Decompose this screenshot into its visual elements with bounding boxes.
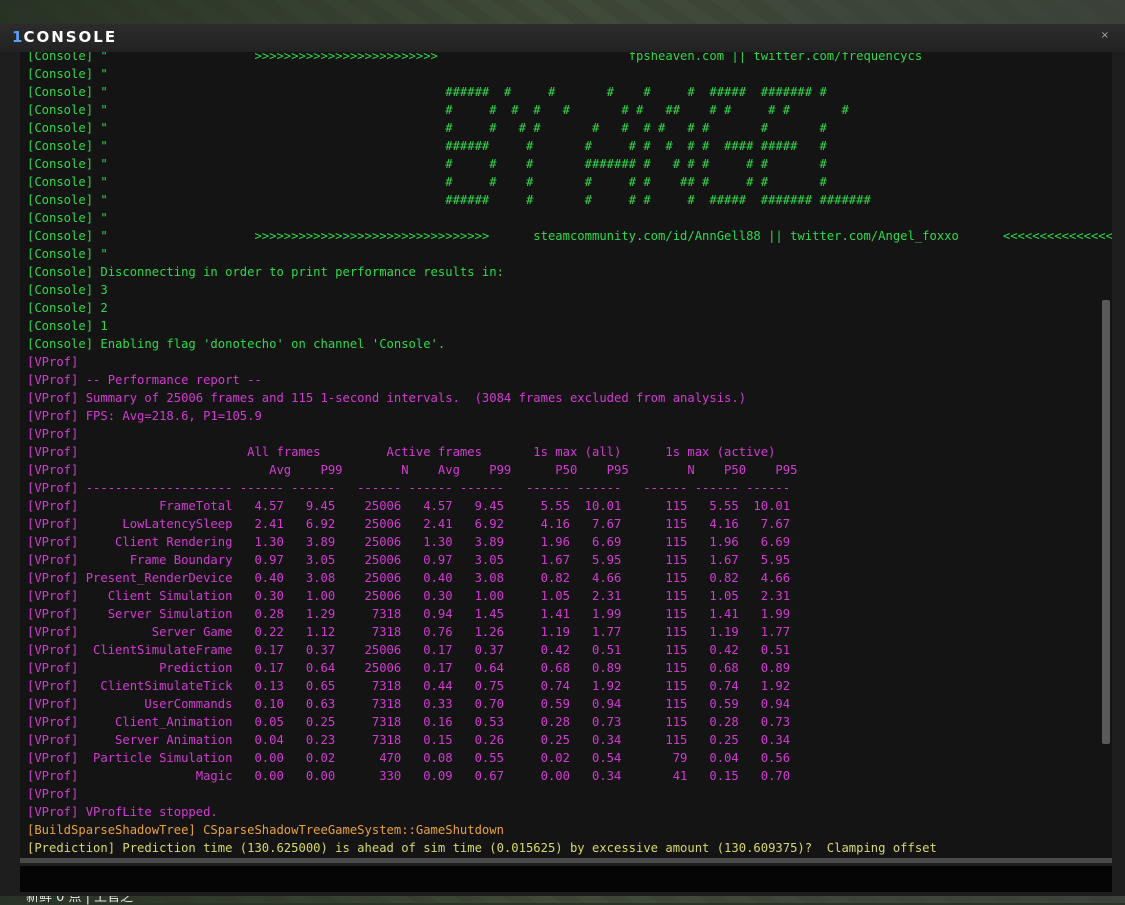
command-input[interactable] <box>20 866 1112 892</box>
logo-digit: 1 <box>12 28 23 46</box>
vertical-scrollbar[interactable] <box>1102 300 1110 744</box>
console-line: [VProf] Client Simulation 0.30 1.00 2500… <box>27 589 791 603</box>
console-line: [Console] " <box>27 211 108 225</box>
console-line: [VProf] ClientSimulateFrame 0.17 0.37 25… <box>27 643 791 657</box>
console-line: [Console] " ###### # # # # # ##### #####… <box>27 85 827 99</box>
console-line: [Prediction] Prediction time (130.625000… <box>27 841 937 855</box>
console-line: [Console] " # # # # # # # ## # # # # # <box>27 103 849 117</box>
console-window: 1CONSOLE × [Console] " >>>>>>>>>>>>>>>>>… <box>0 24 1125 896</box>
console-line: [Console] 3 <box>27 283 108 297</box>
console-line: [Console] 1 <box>27 319 108 333</box>
console-line: [VProf] Client_Animation 0.05 0.25 7318 … <box>27 715 791 729</box>
console-line: [Console] " # # # ####### # # # # # # # <box>27 157 827 171</box>
console-line: [VProf] Particle Simulation 0.00 0.02 47… <box>27 751 791 765</box>
console-line: [Console] " # # # # # # ## # # # # <box>27 175 827 189</box>
console-line: [Console] " >>>>>>>>>>>>>>>>>>>>>>>>> fp… <box>27 52 923 63</box>
console-line: [VProf] LowLatencySleep 2.41 6.92 25006 … <box>27 517 791 531</box>
console-title: 1CONSOLE <box>12 28 117 46</box>
console-line: [Console] " <box>27 67 108 81</box>
console-line: [VProf] FrameTotal 4.57 9.45 25006 4.57 … <box>27 499 791 513</box>
console-line: [VProf] -- Performance report -- <box>27 373 262 387</box>
console-lines: [Console] " >>>>>>>>>>>>>>>>>>>>>>>>> fp… <box>27 52 1112 857</box>
console-line: [VProf] Server Animation 0.04 0.23 7318 … <box>27 733 791 747</box>
console-output[interactable]: [Console] " >>>>>>>>>>>>>>>>>>>>>>>>> fp… <box>20 52 1112 858</box>
console-line: [VProf] <box>27 787 79 801</box>
console-line: [VProf] Avg P99 N Avg P99 P50 P95 N P50 … <box>27 463 798 477</box>
console-line: [VProf] All frames Active frames 1s max … <box>27 445 776 459</box>
console-line: [VProf] ClientSimulateTick 0.13 0.65 731… <box>27 679 791 693</box>
console-line: [Console] Enabling flag 'donotecho' on c… <box>27 337 446 351</box>
console-line: [VProf] -------------------- ------ ----… <box>27 481 791 495</box>
console-line: [VProf] Present_RenderDevice 0.40 3.08 2… <box>27 571 791 585</box>
console-line: [VProf] Client Rendering 1.30 3.89 25006… <box>27 535 791 549</box>
console-line: [VProf] Prediction 0.17 0.64 25006 0.17 … <box>27 661 791 675</box>
console-line: [Console] " ###### # # # # # ##### #####… <box>27 193 871 207</box>
console-line: [VProf] <box>27 355 79 369</box>
console-line: [BuildSparseShadowTree] CSparseShadowTre… <box>27 823 504 837</box>
console-line: [Console] " # # # # # # # # # # # # <box>27 121 827 135</box>
console-line: [Console] " >>>>>>>>>>>>>>>>>>>>>>>>>>>>… <box>27 229 1112 243</box>
console-line: [VProf] Magic 0.00 0.00 330 0.09 0.67 0.… <box>27 769 791 783</box>
console-line: [Console] Disconnecting in order to prin… <box>27 265 504 279</box>
command-input-bar[interactable] <box>20 866 1112 892</box>
console-line: [VProf] UserCommands 0.10 0.63 7318 0.33… <box>27 697 791 711</box>
console-line: [VProf] FPS: Avg=218.6, P1=105.9 <box>27 409 262 423</box>
console-line: [VProf] Server Game 0.22 1.12 7318 0.76 … <box>27 625 791 639</box>
console-line: [VProf] <box>27 427 79 441</box>
console-line: [VProf] Server Simulation 0.28 1.29 7318… <box>27 607 791 621</box>
console-line: [Console] " ###### # # # # # # # #### ##… <box>27 139 827 153</box>
horizontal-scrollbar[interactable] <box>20 858 1112 863</box>
console-line: [VProf] Frame Boundary 0.97 3.05 25006 0… <box>27 553 791 567</box>
console-line: [Console] 2 <box>27 301 108 315</box>
title-bar[interactable]: 1CONSOLE × <box>0 24 1125 52</box>
close-button[interactable]: × <box>1101 30 1109 41</box>
console-line: [VProf] Summary of 25006 frames and 115 … <box>27 391 747 405</box>
console-line: [Console] " <box>27 247 108 261</box>
title-text: CONSOLE <box>23 28 118 46</box>
console-line: [VProf] VProfLite stopped. <box>27 805 218 819</box>
